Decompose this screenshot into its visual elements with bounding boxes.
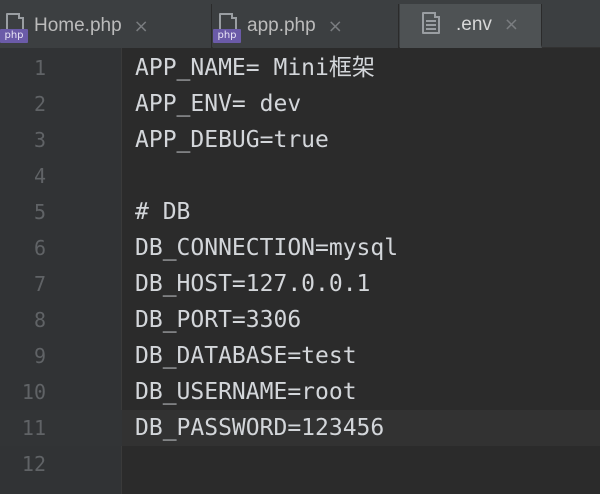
close-icon[interactable]: × — [328, 16, 343, 37]
line-number: 12 — [21, 452, 46, 476]
code-line[interactable]: 12 — [0, 446, 600, 482]
close-icon[interactable]: × — [504, 14, 519, 35]
tab-label: app.php — [247, 15, 316, 36]
tab-label: .env — [456, 13, 492, 35]
code-text[interactable]: APP_NAME= Mini框架 — [135, 50, 375, 86]
code-text[interactable]: # DB — [135, 194, 190, 230]
line-number: 8 — [33, 308, 46, 332]
code-line[interactable]: 7 DB_HOST=127.0.0.1 — [0, 266, 600, 302]
php-badge: php — [0, 29, 28, 43]
code-line[interactable]: 8 DB_PORT=3306 — [0, 302, 600, 338]
tab-label: Home.php — [34, 15, 122, 36]
line-number: 9 — [33, 344, 46, 368]
editor-window: php Home.php × php app.php × .env × 1 AP… — [0, 0, 600, 494]
code-line[interactable]: 5 # DB — [0, 194, 600, 230]
code-line[interactable]: 3 APP_DEBUG=true — [0, 122, 600, 158]
line-number: 7 — [33, 272, 46, 296]
line-number: 11 — [21, 416, 46, 440]
line-number: 1 — [33, 56, 46, 80]
tab-bar: php Home.php × php app.php × .env × — [0, 0, 600, 48]
code-line[interactable]: 6 DB_CONNECTION=mysql — [0, 230, 600, 266]
text-file-icon — [420, 11, 442, 38]
code-text[interactable]: DB_CONNECTION=mysql — [135, 230, 398, 266]
line-number: 2 — [33, 92, 46, 116]
code-line[interactable]: 10 DB_USERNAME=root — [0, 374, 600, 410]
line-number: 6 — [33, 236, 46, 260]
code-editor[interactable]: 1 APP_NAME= Mini框架 2 APP_ENV= dev 3 APP_… — [0, 48, 600, 494]
code-text[interactable]: DB_PASSWORD=123456 — [135, 410, 384, 446]
code-text[interactable]: DB_PORT=3306 — [135, 302, 301, 338]
code-line[interactable]: 4 — [0, 158, 600, 194]
php-file-icon: php — [213, 13, 241, 43]
line-number: 3 — [33, 128, 46, 152]
code-text[interactable]: DB_HOST=127.0.0.1 — [135, 266, 370, 302]
code-text[interactable]: DB_DATABASE=test — [135, 338, 357, 374]
php-badge: php — [213, 29, 241, 43]
tab-app-php[interactable]: php app.php × — [213, 4, 399, 48]
code-text[interactable]: APP_ENV= dev — [135, 86, 301, 122]
tab-env[interactable]: .env × — [400, 4, 542, 48]
tab-home-php[interactable]: php Home.php × — [0, 4, 212, 48]
code-line[interactable]: 1 APP_NAME= Mini框架 — [0, 50, 600, 86]
code-line[interactable]: 9 DB_DATABASE=test — [0, 338, 600, 374]
code-text[interactable]: DB_USERNAME=root — [135, 374, 357, 410]
line-number: 10 — [21, 380, 46, 404]
close-icon[interactable]: × — [134, 16, 149, 37]
code-text[interactable]: APP_DEBUG=true — [135, 122, 329, 158]
line-number: 4 — [33, 164, 46, 188]
code-line-current[interactable]: 11 DB_PASSWORD=123456 — [0, 410, 600, 446]
php-file-icon: php — [0, 13, 28, 43]
code-line[interactable]: 2 APP_ENV= dev — [0, 86, 600, 122]
line-number: 5 — [33, 200, 46, 224]
